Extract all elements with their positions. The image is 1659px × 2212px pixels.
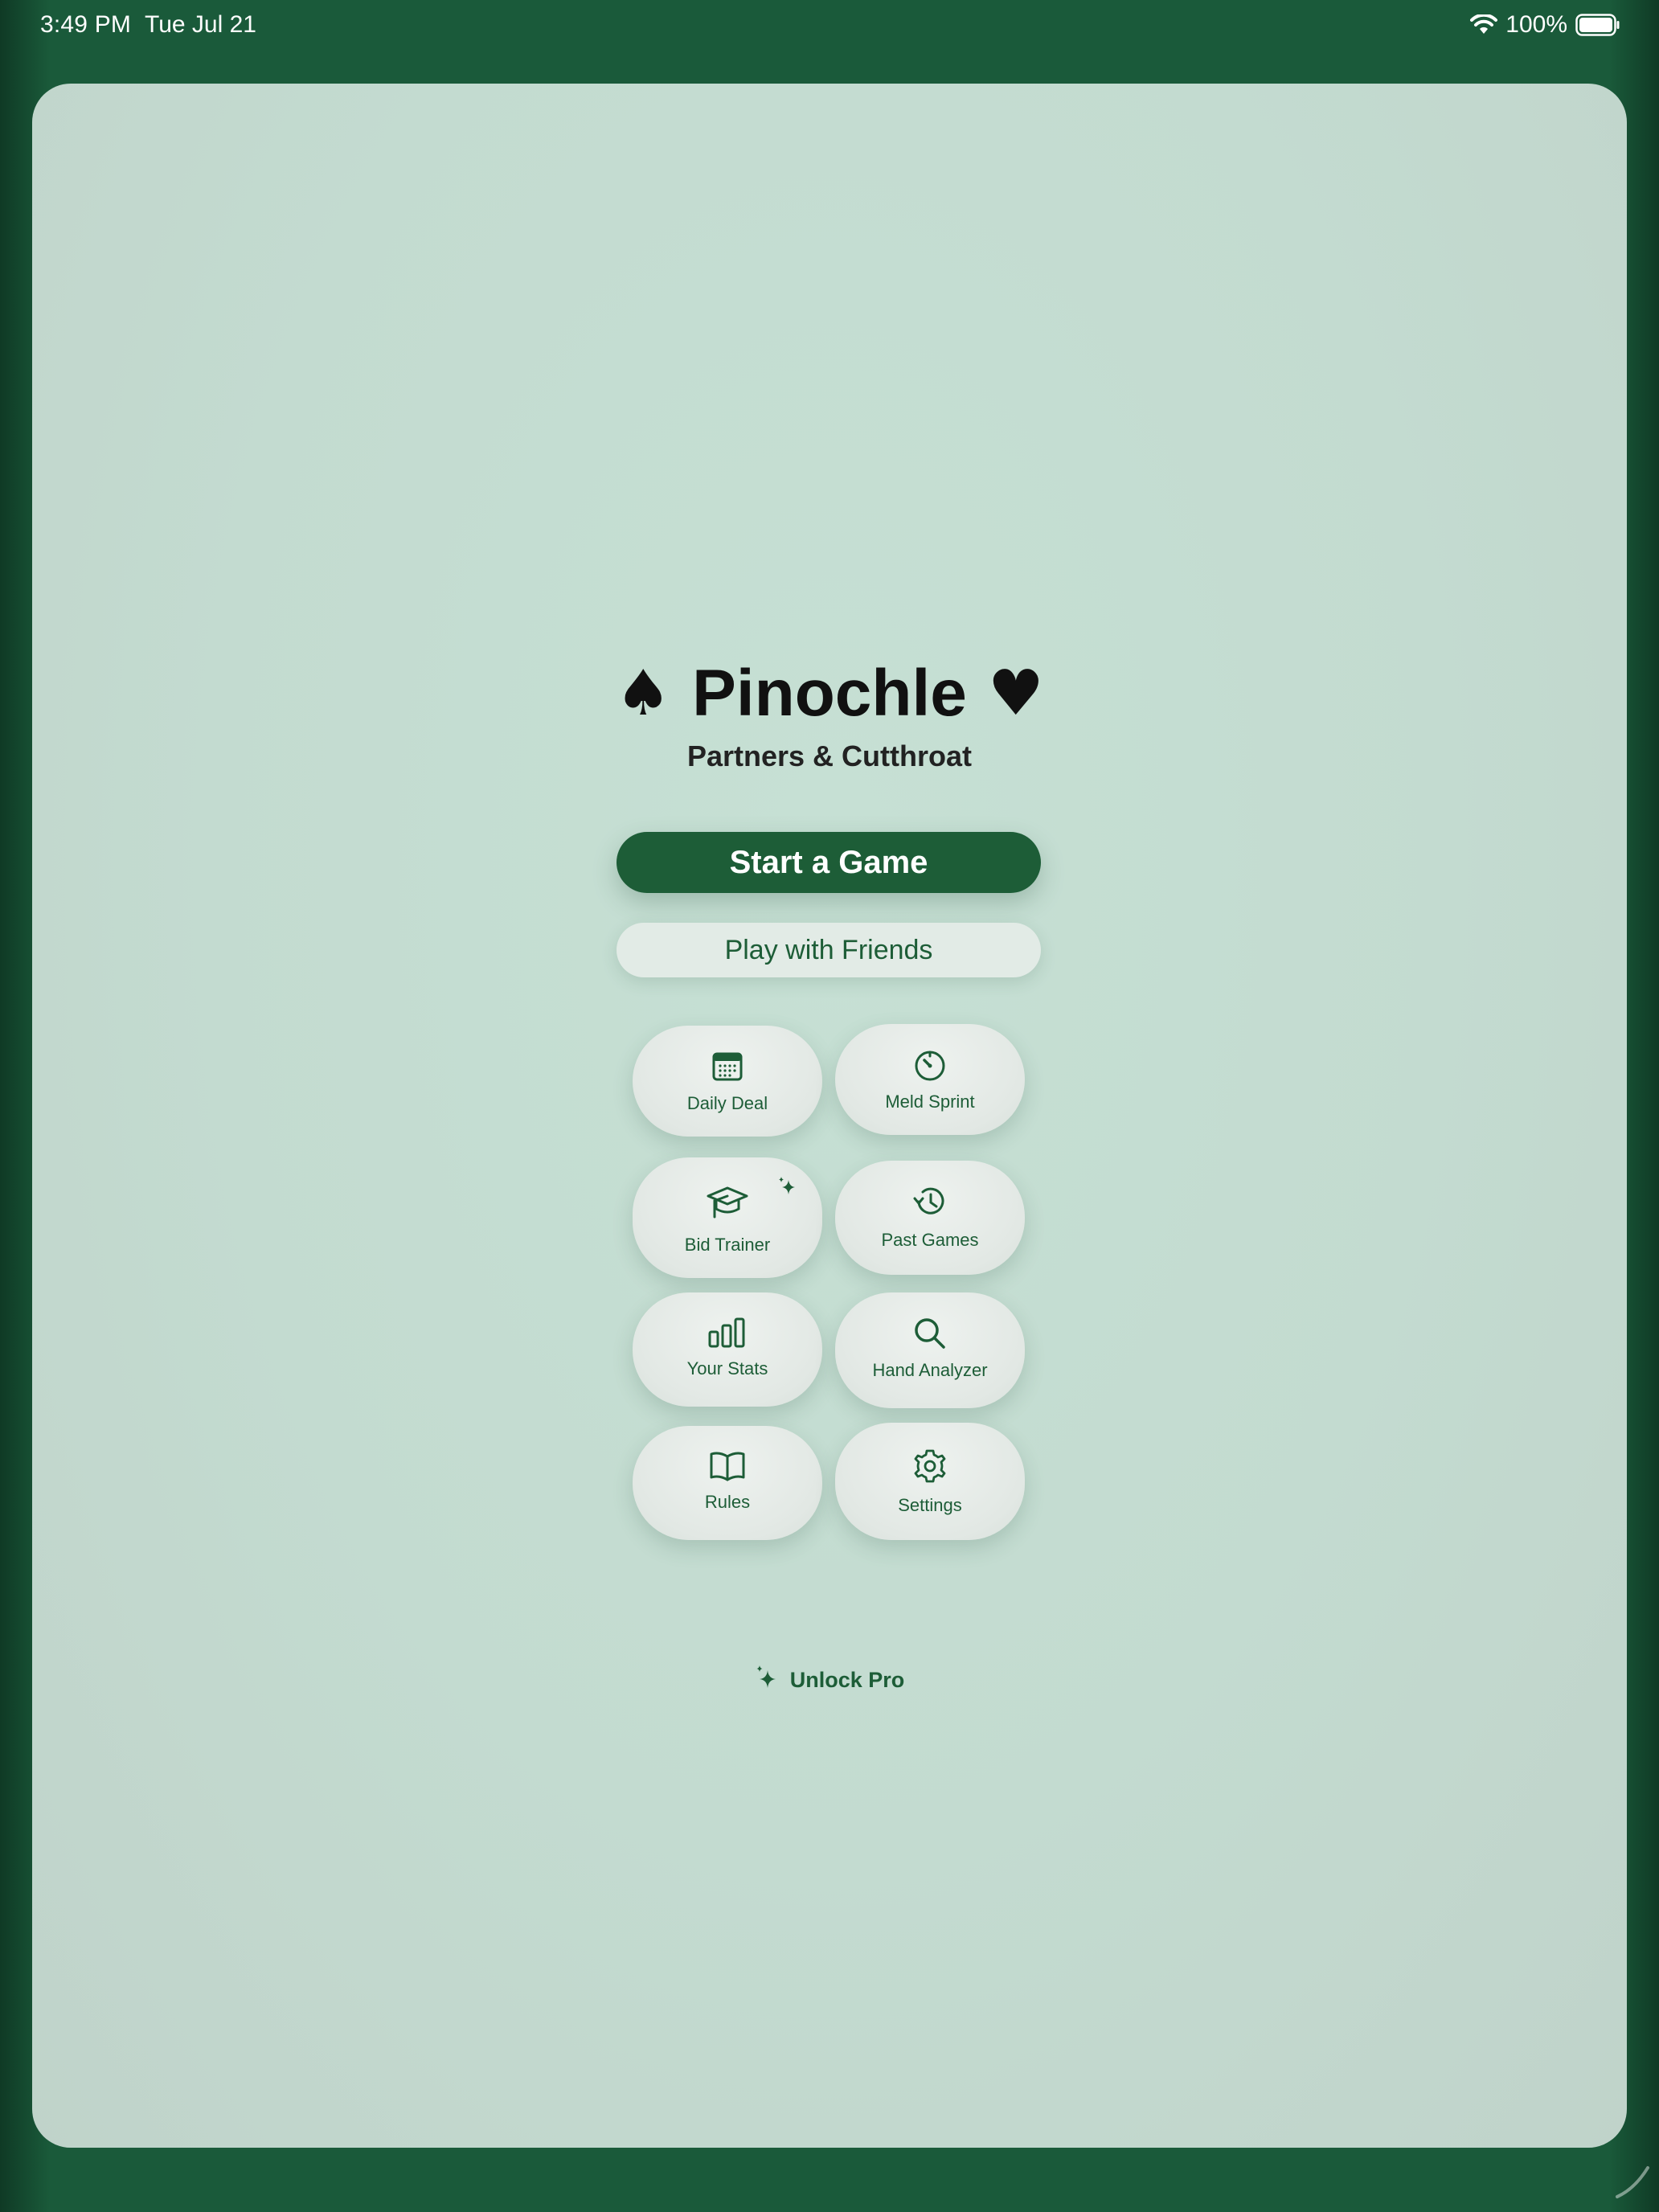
your-stats-button[interactable]: Your Stats xyxy=(633,1292,822,1407)
bid-trainer-button[interactable]: Bid Trainer xyxy=(633,1157,822,1278)
book-icon xyxy=(633,1450,822,1485)
bar-chart-icon xyxy=(633,1317,822,1352)
tile-label: Rules xyxy=(704,1492,751,1512)
tile-label: Meld Sprint xyxy=(885,1092,975,1112)
tile-label: Past Games xyxy=(881,1230,979,1250)
unlock-pro-label: Unlock Pro xyxy=(789,1668,905,1692)
daily-deal-button[interactable]: Daily Deal xyxy=(633,1026,822,1137)
tile-label: Settings xyxy=(898,1495,962,1515)
past-games-button[interactable]: Past Games xyxy=(835,1161,1025,1275)
main-card: ♠ Pinochle ♥ Partners & Cutthroat Start … xyxy=(32,84,1627,2148)
app-subtitle: Partners & Cutthroat xyxy=(686,739,973,772)
start-game-button[interactable]: Start a Game xyxy=(616,832,1041,893)
status-date: Tue Jul 21 xyxy=(145,11,256,38)
history-icon xyxy=(835,1185,1025,1220)
tile-label: Bid Trainer xyxy=(684,1235,771,1255)
timer-icon xyxy=(835,1048,1025,1083)
tile-label: Hand Analyzer xyxy=(872,1360,988,1380)
hand-analyzer-button[interactable]: Hand Analyzer xyxy=(835,1292,1025,1408)
unlock-pro-button[interactable]: Unlock Pro xyxy=(32,1664,1627,1697)
status-time: 3:49 PM xyxy=(40,11,132,38)
spade-icon: ♠ xyxy=(615,657,672,730)
battery-full-icon xyxy=(1575,14,1620,36)
status-bar: 3:49 PM Tue Jul 21 100% xyxy=(0,0,1659,53)
battery-percent: 100% xyxy=(1505,11,1567,38)
wifi-icon xyxy=(1470,14,1498,35)
sparkle-icon xyxy=(755,1664,779,1697)
tile-label: Daily Deal xyxy=(686,1093,768,1113)
play-with-friends-button[interactable]: Play with Friends xyxy=(616,923,1041,977)
app-title: ♠ Pinochle ♥ xyxy=(32,656,1627,731)
status-indicators: 100% xyxy=(1470,11,1620,39)
rules-button[interactable]: Rules xyxy=(633,1426,822,1540)
home-indicator-icon xyxy=(1611,2161,1651,2206)
tile-label: Your Stats xyxy=(686,1358,768,1378)
title-text: Pinochle xyxy=(692,657,967,730)
sparkle-icon xyxy=(776,1175,798,1202)
search-icon xyxy=(835,1317,1025,1352)
meld-sprint-button[interactable]: Meld Sprint xyxy=(835,1024,1025,1135)
heart-icon: ♥ xyxy=(987,657,1044,730)
gear-icon xyxy=(835,1448,1025,1484)
settings-button[interactable]: Settings xyxy=(835,1423,1025,1540)
calendar-icon xyxy=(633,1050,822,1085)
